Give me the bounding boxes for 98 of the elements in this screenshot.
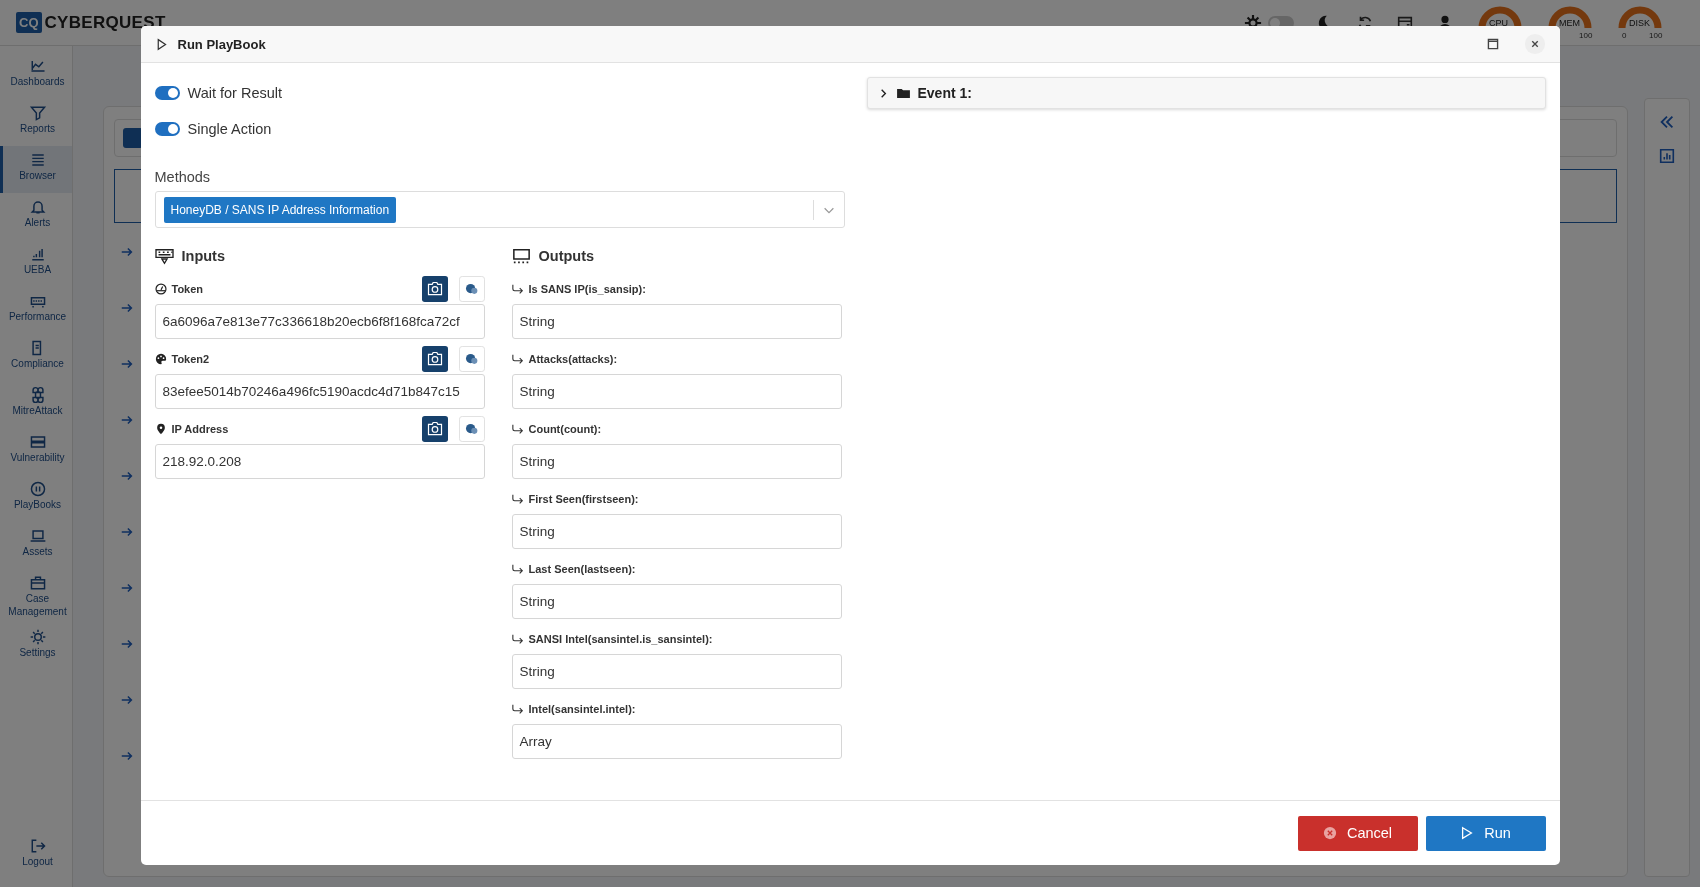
- method-tag: HoneyDB / SANS IP Address Information: [163, 196, 397, 223]
- dialog-title: Run PlayBook: [177, 36, 266, 52]
- share-arrow-icon: [511, 493, 524, 505]
- input-field[interactable]: 218.92.0.208: [154, 444, 485, 479]
- logo-mark: CQ: [16, 12, 42, 33]
- output-label: SANSI Intel(sansintel.is_sansintel):: [528, 633, 713, 645]
- server-icon: [28, 433, 47, 451]
- gauge-min: 0: [1622, 31, 1627, 40]
- sidebar-item[interactable]: Case Management: [0, 569, 72, 623]
- logout-item[interactable]: Logout: [0, 832, 72, 879]
- inputs-heading: Inputs: [181, 248, 225, 264]
- share-arrow-icon: [511, 703, 524, 715]
- toggle-label: Wait for Result: [187, 85, 283, 101]
- cancel-icon: [1322, 826, 1337, 840]
- output-label: Last Seen(lastseen):: [528, 563, 636, 575]
- output-label: Is SANS IP(is_sansip):: [528, 283, 646, 295]
- monitor-icon: [511, 247, 531, 265]
- settings-icon: [28, 628, 47, 646]
- output-field[interactable]: String: [511, 444, 842, 479]
- collapse-icon[interactable]: [1658, 113, 1676, 131]
- sidebar-item[interactable]: Dashboards: [0, 52, 72, 99]
- sidebar-item[interactable]: Compliance: [0, 334, 72, 381]
- briefcase-icon: [28, 574, 47, 592]
- arrow-icon[interactable]: [120, 693, 134, 707]
- gauge-label: DISK: [1629, 18, 1650, 28]
- share-arrow-icon: [511, 283, 524, 295]
- gauge-label: MEM: [1559, 18, 1580, 28]
- outputs-heading: Outputs: [538, 248, 595, 264]
- output-field[interactable]: String: [511, 514, 842, 549]
- variable-button[interactable]: [458, 416, 485, 442]
- arrow-icon[interactable]: [120, 413, 134, 427]
- logo-text: CYBERQUEST: [44, 12, 166, 33]
- sidebar-item[interactable]: Vulnerability: [0, 428, 72, 475]
- palette-icon: [154, 353, 167, 365]
- bar-chart-icon[interactable]: [1658, 147, 1676, 165]
- arrow-icon[interactable]: [120, 581, 134, 595]
- map-pin-icon: [154, 423, 167, 435]
- output-label: First Seen(firstseen):: [528, 493, 639, 505]
- sidebar-item[interactable]: Reports: [0, 99, 72, 146]
- output-label: Attacks(attacks):: [528, 353, 618, 365]
- close-button[interactable]: [1523, 33, 1546, 55]
- share-arrow-icon: [511, 633, 524, 645]
- sidebar-item[interactable]: PlayBooks: [0, 475, 72, 522]
- sidebar-item[interactable]: UEBA: [0, 240, 72, 287]
- arrow-icon[interactable]: [120, 357, 134, 371]
- gauge-max: 100: [1579, 31, 1593, 40]
- output-field[interactable]: Array: [511, 724, 842, 759]
- laptop-icon: [28, 527, 47, 545]
- arrow-icon[interactable]: [120, 245, 134, 259]
- play-icon: [1460, 826, 1475, 840]
- sidebar-item[interactable]: Assets: [0, 522, 72, 569]
- share-arrow-icon: [511, 353, 524, 365]
- funnel-icon: [28, 104, 47, 122]
- keyboard-icon: [154, 247, 174, 265]
- sidebar-item[interactable]: MitreAttack: [0, 381, 72, 428]
- output-field[interactable]: String: [511, 654, 842, 689]
- output-label: Count(count):: [528, 423, 602, 435]
- output-label: Intel(sansintel.intel):: [528, 703, 636, 715]
- gauge-max: 100: [1649, 31, 1663, 40]
- share-arrow-icon: [511, 563, 524, 575]
- sidebar-item[interactable]: Alerts: [0, 193, 72, 240]
- toggle-switch[interactable]: [154, 122, 180, 136]
- bell-icon: [28, 198, 47, 216]
- camera-button[interactable]: [421, 346, 448, 372]
- camera-button[interactable]: [421, 276, 448, 302]
- output-field[interactable]: String: [511, 374, 842, 409]
- gauge-icon: [154, 283, 167, 295]
- methods-label: Methods: [154, 169, 212, 185]
- arrow-icon[interactable]: [120, 637, 134, 651]
- sidebar-item[interactable]: Performance: [0, 287, 72, 334]
- input-label: Token: [171, 283, 204, 295]
- methods-select[interactable]: HoneyDB / SANS IP Address Information: [154, 191, 845, 228]
- folder-icon: [896, 87, 910, 99]
- gauge-arc: [1618, 6, 1662, 30]
- arrow-icon[interactable]: [120, 525, 134, 539]
- sidebar-item[interactable]: Browser: [0, 146, 72, 193]
- gauge-arc: [1548, 6, 1592, 30]
- sidebar-item[interactable]: Settings: [0, 623, 72, 670]
- variable-button[interactable]: [458, 346, 485, 372]
- arrow-icon[interactable]: [120, 301, 134, 315]
- toggle-switch[interactable]: [154, 86, 180, 100]
- gauge-label: CPU: [1489, 18, 1508, 28]
- output-field[interactable]: String: [511, 584, 842, 619]
- input-label: Token2: [171, 353, 210, 365]
- output-field[interactable]: String: [511, 304, 842, 339]
- toggle-label: Single Action: [187, 121, 272, 137]
- run-button[interactable]: Run: [1425, 815, 1546, 851]
- variable-button[interactable]: [458, 276, 485, 302]
- arrow-icon[interactable]: [120, 749, 134, 763]
- cancel-button[interactable]: Cancel: [1297, 815, 1418, 851]
- input-field[interactable]: 6a6096a7e813e77c336618b20ecb6f8f168fca72cf: [154, 304, 485, 339]
- camera-button[interactable]: [421, 416, 448, 442]
- share-arrow-icon: [511, 423, 524, 435]
- event-header[interactable]: Event 1:: [866, 77, 1546, 109]
- input-field[interactable]: 83efee5014b70246a496fc5190acdc4d71b847c15: [154, 374, 485, 409]
- input-label: IP Address: [171, 423, 229, 435]
- clock-button[interactable]: [123, 128, 143, 148]
- arrow-icon[interactable]: [120, 469, 134, 483]
